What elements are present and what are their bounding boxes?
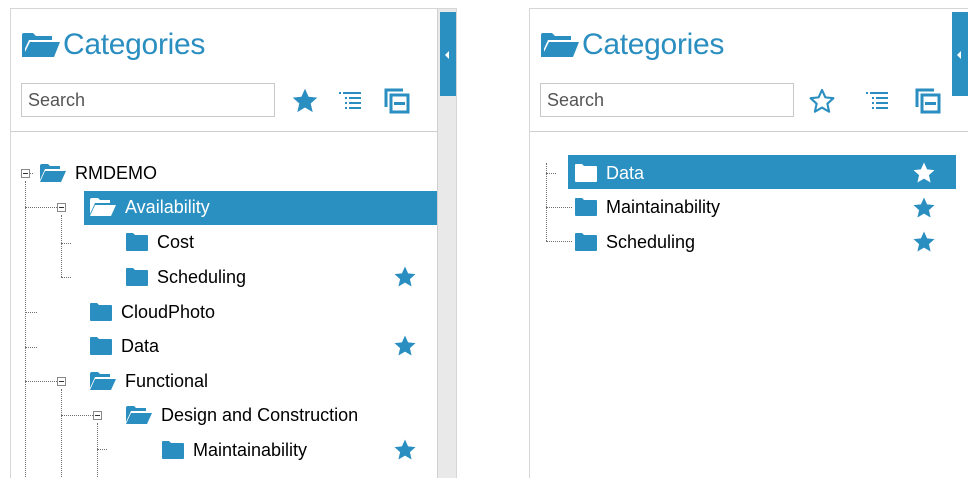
- tree-connector: [25, 312, 37, 313]
- tree-connector: [61, 215, 62, 277]
- folder-open-icon: [22, 33, 60, 57]
- panel-header: Categories: [11, 9, 438, 132]
- tree-connector: [25, 347, 37, 348]
- panel-header: Categories: [530, 9, 968, 132]
- folder-icon: [90, 303, 112, 321]
- tree-connector: [25, 381, 57, 382]
- favorite-star-icon[interactable]: [393, 334, 417, 358]
- collapse-panel-tab[interactable]: [952, 12, 968, 96]
- folder-icon: [90, 337, 112, 355]
- tree-connector: [546, 163, 547, 241]
- collapse-all-button[interactable]: [912, 85, 944, 117]
- panel-title: Categories: [21, 25, 205, 65]
- title-label: Categories: [582, 28, 725, 61]
- folder-icon: [575, 164, 597, 182]
- tree-node-cloudphoto[interactable]: CloudPhoto: [89, 297, 215, 327]
- collapse-node-toggle[interactable]: [57, 377, 66, 386]
- favorite-node-data[interactable]: Data: [574, 158, 644, 188]
- tree-connector: [61, 389, 62, 478]
- collapse-windows-icon: [915, 88, 941, 114]
- tree-connector: [97, 423, 98, 478]
- tree-connector: [61, 415, 93, 416]
- folder-icon: [575, 233, 597, 251]
- collapse-windows-icon: [384, 88, 410, 114]
- node-label: Functional: [125, 370, 209, 391]
- node-label: Maintainability: [606, 196, 721, 217]
- node-label: Availability: [125, 196, 210, 217]
- expand-all-button[interactable]: [862, 85, 894, 117]
- node-label: Maintainability: [193, 439, 308, 460]
- panel-title: Categories: [540, 25, 724, 65]
- tree-node-maintainability[interactable]: Maintainability: [161, 435, 307, 465]
- favorites-filter-button[interactable]: [806, 85, 838, 117]
- tree-connector: [97, 449, 107, 450]
- collapse-panel-tab[interactable]: [440, 12, 456, 96]
- tree-node-functional[interactable]: Functional: [89, 366, 208, 396]
- folder-open-icon: [126, 406, 152, 424]
- node-label: CloudPhoto: [121, 301, 216, 322]
- folder-open-icon: [90, 372, 116, 390]
- categories-panel-right: Categories Data Maintainability Scheduli…: [529, 8, 968, 478]
- favorite-star-icon[interactable]: [912, 161, 936, 185]
- tree-node-rmdemo[interactable]: RMDEMO: [39, 158, 157, 188]
- star-filled-icon: [292, 88, 318, 113]
- tree-connector: [546, 173, 556, 174]
- tree-connector: [546, 241, 572, 242]
- node-label: Data: [606, 162, 645, 183]
- collapse-node-toggle[interactable]: [57, 203, 66, 212]
- folder-open-icon: [541, 33, 579, 57]
- tree-connector: [61, 277, 71, 278]
- tree-node-scheduling[interactable]: Scheduling: [125, 262, 246, 292]
- folder-open-icon: [90, 198, 116, 216]
- favorite-star-icon[interactable]: [393, 438, 417, 462]
- collapse-all-button[interactable]: [381, 85, 413, 117]
- favorite-node-maintainability[interactable]: Maintainability: [574, 192, 720, 222]
- search-input[interactable]: [540, 83, 794, 117]
- folder-open-icon: [40, 164, 66, 182]
- tree-connector: [546, 207, 572, 208]
- favorite-star-icon[interactable]: [393, 265, 417, 289]
- tree-connector: [25, 181, 26, 478]
- node-label: RMDEMO: [75, 162, 157, 183]
- tree-connector: [61, 243, 71, 244]
- tree-connector: [25, 207, 57, 208]
- node-label: Data: [121, 335, 160, 356]
- title-label: Categories: [63, 28, 206, 61]
- folder-icon: [126, 233, 148, 251]
- tree-list-icon: [339, 92, 361, 109]
- expand-all-button[interactable]: [335, 85, 367, 117]
- node-label: Design and Construction: [161, 404, 359, 425]
- node-label: Scheduling: [157, 266, 247, 287]
- tree-node-design-and-construction[interactable]: Design and Construction: [125, 400, 358, 430]
- folder-icon: [575, 198, 597, 216]
- node-label: Cost: [157, 231, 195, 252]
- tree-node-availability[interactable]: Availability: [89, 192, 210, 222]
- categories-panel-left: Categories RMDEMO Availability: [10, 8, 457, 478]
- favorite-node-scheduling[interactable]: Scheduling: [574, 227, 695, 257]
- node-label: Scheduling: [606, 231, 696, 252]
- tree-node-data[interactable]: Data: [89, 331, 159, 361]
- folder-icon: [162, 441, 184, 459]
- search-input[interactable]: [21, 83, 275, 117]
- tree-node-cost[interactable]: Cost: [125, 227, 194, 257]
- star-outline-icon: [809, 88, 835, 113]
- folder-icon: [126, 268, 148, 286]
- collapse-node-toggle[interactable]: [93, 411, 102, 420]
- collapse-node-toggle[interactable]: [21, 169, 30, 178]
- favorite-star-icon[interactable]: [912, 196, 936, 220]
- tree-list-icon: [866, 92, 888, 109]
- favorites-filter-button[interactable]: [289, 85, 321, 117]
- favorite-star-icon[interactable]: [912, 230, 936, 254]
